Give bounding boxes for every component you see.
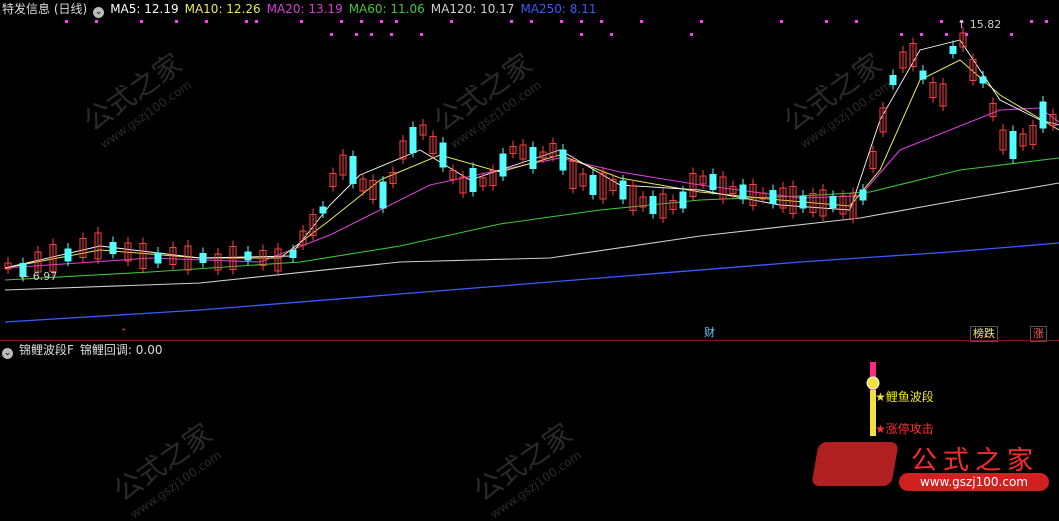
signal-dot (300, 20, 303, 23)
candle-body (154, 252, 162, 264)
ma120-line (4, 182, 1059, 291)
high-price-label: ↑ 15.82 (957, 18, 1002, 31)
signal-dot (330, 33, 333, 36)
limit-attack-label: ★涨停攻击 (875, 422, 934, 436)
candle-body (529, 147, 537, 169)
candle-body (244, 251, 252, 261)
candle-body (589, 175, 597, 195)
signal-dot (1030, 20, 1033, 23)
signal-dot (245, 20, 248, 23)
candle-body (559, 149, 567, 171)
candle-body (769, 190, 777, 204)
candle-body (199, 253, 207, 263)
signal-arrow-icon: ⌃ (120, 328, 128, 338)
candle-body (799, 195, 807, 209)
signal-dot (355, 33, 358, 36)
signal-dot (610, 33, 613, 36)
bull-logo-icon (811, 442, 899, 486)
signal-dot (395, 20, 398, 23)
candle-body (439, 142, 447, 168)
collapse-icon[interactable]: ⌄ (2, 348, 13, 359)
signal-dot (390, 33, 393, 36)
signal-dot (600, 20, 603, 23)
signal-dot (640, 20, 643, 23)
event-tag-finance[interactable]: 财 (702, 326, 717, 340)
signal-dot (95, 20, 98, 23)
candle-body (679, 191, 687, 209)
ma20-line (4, 107, 1059, 269)
signal-dot (370, 33, 373, 36)
candle-body (859, 189, 867, 201)
signal-dot (900, 33, 903, 36)
candle-body (1009, 131, 1017, 159)
signal-dot (510, 20, 513, 23)
signal-dot (825, 20, 828, 23)
candle-body (289, 250, 297, 258)
signal-dot (690, 33, 693, 36)
signal-dot (205, 20, 208, 23)
candle-body (619, 180, 627, 200)
signal-dot (920, 33, 923, 36)
signal-dot (1045, 20, 1048, 23)
signal-dot (855, 20, 858, 23)
candle-body (649, 196, 657, 214)
brand-logo: 公式之家 www.gszj100.com (811, 440, 1059, 495)
signal-dot (140, 20, 143, 23)
candle-body (979, 76, 987, 84)
candle-body (739, 184, 747, 200)
signal-dot (175, 20, 178, 23)
signal-dot (580, 33, 583, 36)
signal-dot (1010, 33, 1013, 36)
signal-dot (420, 33, 423, 36)
logo-url: www.gszj100.com (899, 473, 1049, 491)
candle-body (109, 242, 117, 254)
signal-dot (340, 20, 343, 23)
candle-body (319, 206, 327, 214)
signal-dot (360, 20, 363, 23)
ma60-line (4, 157, 1059, 281)
signal-dot (700, 20, 703, 23)
signal-dot (560, 20, 563, 23)
candle-body (1039, 101, 1047, 129)
signal-dot (450, 20, 453, 23)
candle-body (349, 156, 357, 184)
candle-body (949, 46, 957, 54)
signal-dot (965, 33, 968, 36)
candle-body (709, 174, 717, 190)
candle-body (379, 181, 387, 209)
signal-dot (65, 20, 68, 23)
candle-body (64, 248, 72, 262)
logo-brand-text: 公式之家 (911, 446, 1040, 476)
signal-dot (255, 20, 258, 23)
sub-indicator-bar: ⌄ 锦鲤波段F 锦鲤回调: 0.00 (0, 341, 1059, 359)
candle-body (829, 196, 837, 208)
sub-indicator-name: 锦鲤波段F (19, 343, 74, 357)
signal-dot (530, 20, 533, 23)
signal-dot (380, 20, 383, 23)
signal-dot (780, 20, 783, 23)
wave-label: ★鲤鱼波段 (875, 390, 934, 404)
signal-dot (940, 20, 943, 23)
signal-dot (580, 20, 583, 23)
pullback-value: 锦鲤回调: 0.00 (79, 343, 163, 357)
candle-body (469, 168, 477, 192)
money-bag-icon (866, 376, 880, 390)
candle-body (499, 153, 507, 177)
candle-body (919, 70, 927, 80)
signal-dot (945, 33, 948, 36)
low-price-label: ← 6.97 (20, 270, 58, 283)
candle-body (409, 127, 417, 153)
